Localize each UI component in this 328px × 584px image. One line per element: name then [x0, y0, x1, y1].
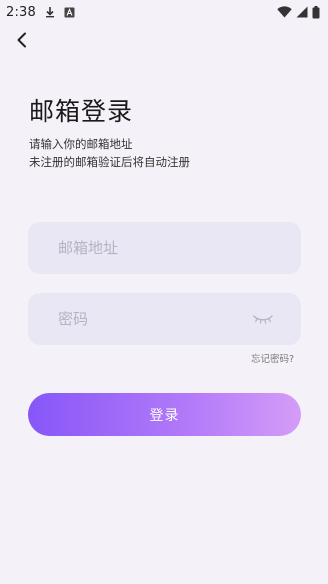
subtitle-line-2: 未注册的邮箱验证后将自动注册	[29, 155, 190, 169]
page-title: 邮箱登录	[29, 97, 134, 126]
signal-icon	[296, 6, 308, 18]
status-left: 2:38	[6, 5, 75, 20]
password-field[interactable]	[58, 310, 251, 328]
password-field-container	[28, 293, 301, 345]
status-right	[277, 5, 320, 19]
status-time: 2:38	[6, 4, 36, 20]
login-button[interactable]: 登录	[28, 393, 301, 436]
forgot-password-link[interactable]: 忘记密码?	[251, 351, 294, 365]
email-field-container	[28, 222, 301, 274]
font-a-icon	[64, 7, 75, 18]
eye-closed-icon[interactable]	[251, 311, 275, 327]
download-icon	[44, 6, 56, 18]
chevron-left-icon	[15, 32, 29, 52]
wifi-icon	[277, 6, 292, 18]
back-button[interactable]	[10, 30, 34, 54]
subtitle-line-1: 请输入你的邮箱地址	[29, 137, 133, 151]
battery-icon	[312, 5, 320, 19]
email-field[interactable]	[58, 239, 271, 257]
status-bar: 2:38	[0, 0, 328, 24]
